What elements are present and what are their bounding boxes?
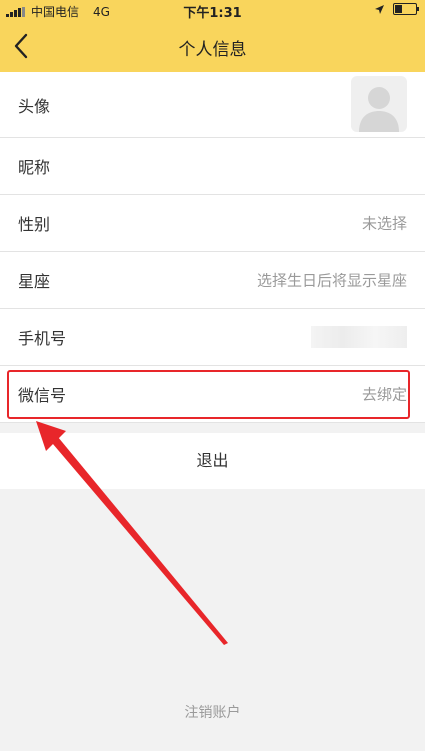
- logout-button[interactable]: 退出: [0, 433, 425, 489]
- annotation-highlight-box: [7, 370, 410, 419]
- row-label-gender: 性别: [18, 215, 51, 234]
- avatar-placeholder-icon: [359, 87, 399, 132]
- status-bar: 中国电信 4G 下午1:31: [0, 0, 425, 21]
- location-arrow-icon: [375, 4, 384, 14]
- avatar[interactable]: [351, 76, 407, 132]
- row-value-zodiac: 选择生日后将显示星座: [256, 271, 407, 290]
- row-label-nickname: 昵称: [18, 158, 51, 177]
- row-label-zodiac: 星座: [18, 272, 51, 291]
- nav-bar: 个人信息: [0, 20, 425, 72]
- row-value-gender: 未选择: [361, 214, 407, 233]
- row-label-phone: 手机号: [18, 329, 67, 348]
- battery-icon: [393, 3, 419, 15]
- row-avatar[interactable]: 头像: [0, 72, 425, 138]
- row-gender[interactable]: 性别 未选择: [0, 195, 425, 252]
- status-right: [374, 3, 419, 15]
- row-zodiac[interactable]: 星座 选择生日后将显示星座: [0, 252, 425, 309]
- page-title: 个人信息: [178, 40, 247, 60]
- row-phone[interactable]: 手机号: [0, 309, 425, 366]
- deregister-button[interactable]: 注销账户: [0, 702, 425, 722]
- masked-phone-value: [311, 326, 407, 348]
- row-label-avatar: 头像: [18, 96, 51, 116]
- row-nickname[interactable]: 昵称: [0, 138, 425, 195]
- status-time: 下午1:31: [183, 6, 242, 21]
- battery-level: [395, 5, 402, 13]
